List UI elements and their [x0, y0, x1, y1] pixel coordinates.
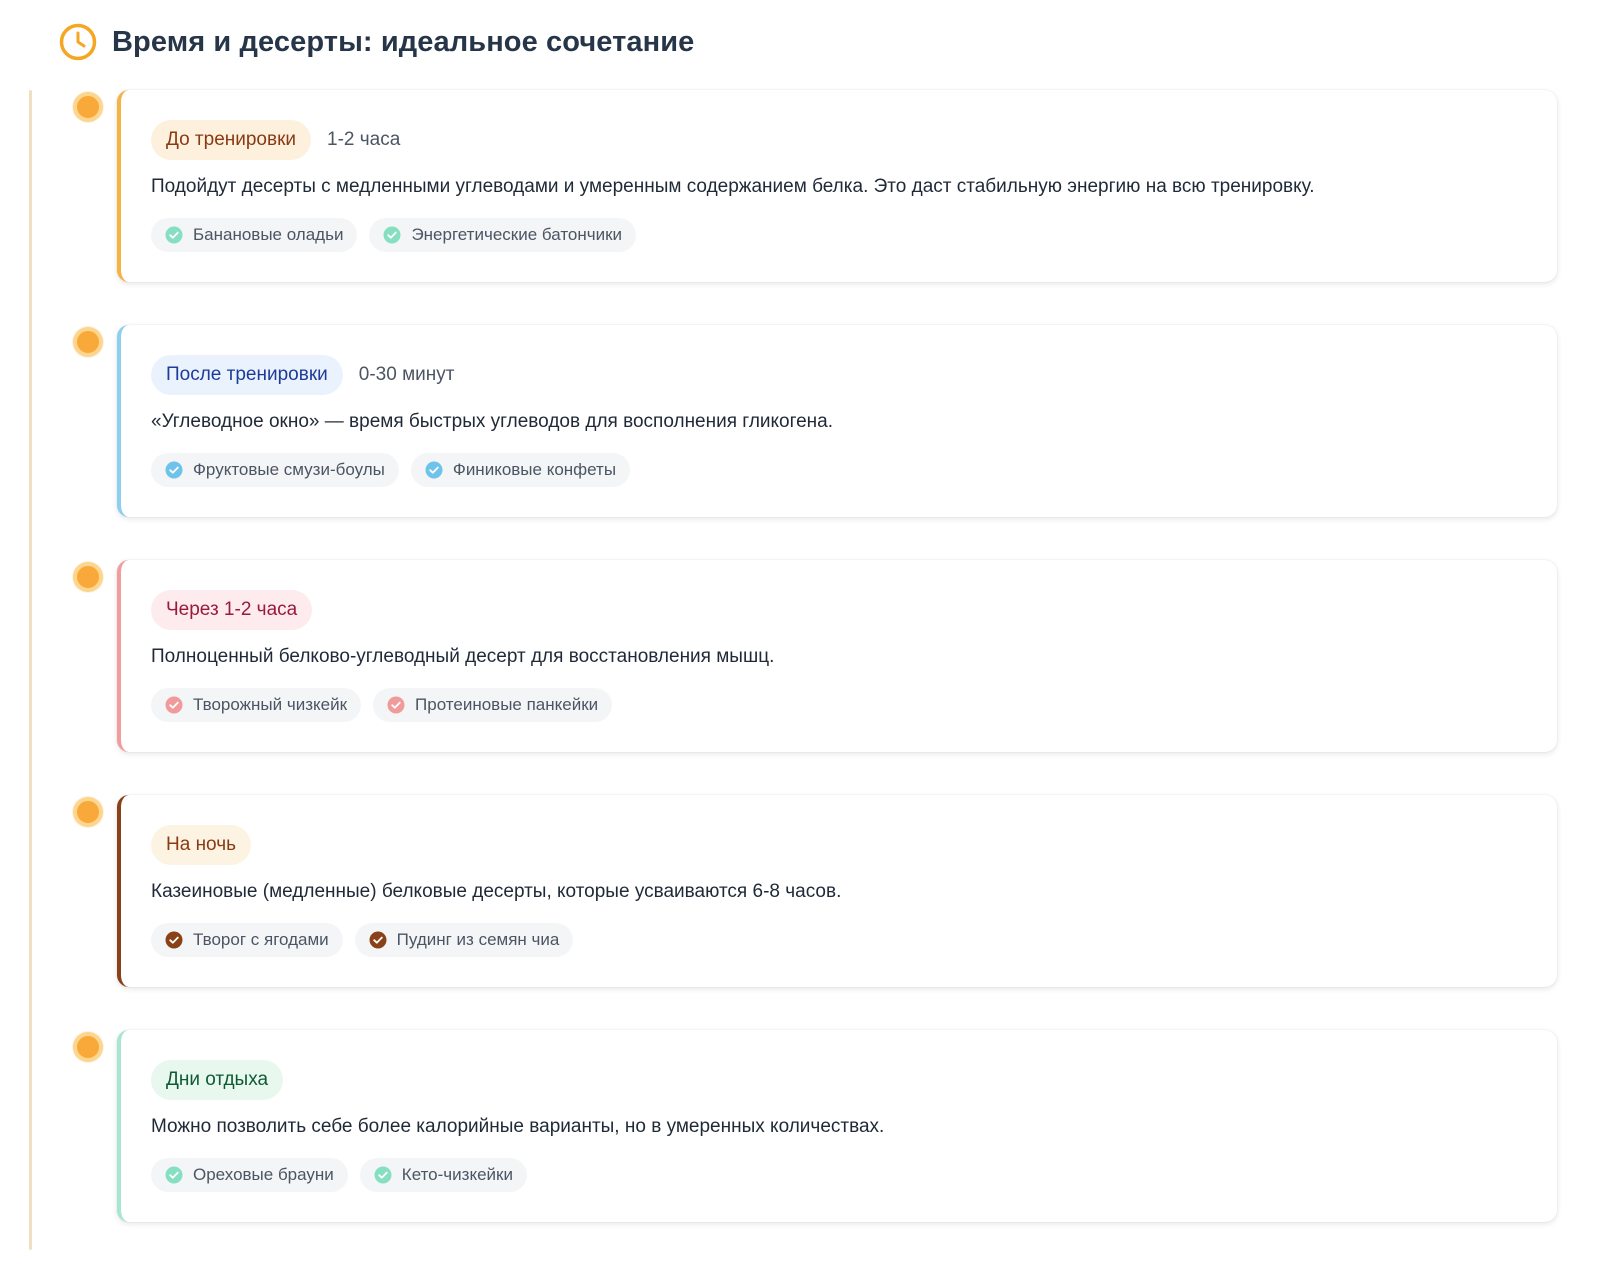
dessert-tag-label: Творог с ягодами: [193, 930, 329, 949]
timing-badge: До тренировки: [151, 120, 312, 160]
dessert-tags: Творог с ягодами Пудинг из семян чиа: [151, 923, 574, 957]
card-description: Полноценный белково-углеводный десерт дл…: [151, 646, 775, 667]
dessert-tag-label: Кето-чизкейки: [401, 1165, 513, 1184]
timeline-item: До тренировки 1-2 часа Подойдут десерты с …: [0, 90, 1600, 282]
check-circle-icon: [387, 696, 405, 714]
timing-badge: После тренировки: [151, 355, 343, 395]
check-circle-icon: [369, 931, 387, 949]
dessert-tag-label: Творожный чизкейк: [193, 695, 348, 714]
dessert-tag: Творожный чизкейк: [151, 688, 362, 722]
dessert-tags: Творожный чизкейк Протеиновые панкейки: [151, 688, 613, 722]
dessert-tag-label: Протеиновые панкейки: [415, 695, 599, 714]
dessert-tags: Ореховые брауни Кето-чизкейки: [151, 1158, 527, 1192]
timing-desserts-page: Время и десерты: идеальное сочетание До …: [0, 0, 1600, 1270]
timing-badge: Дни отдыха: [151, 1060, 284, 1100]
dessert-tag: Творог с ягодами: [151, 923, 343, 957]
check-circle-icon: [165, 461, 183, 479]
card-description: Казеиновые (медленные) белковые десерты,…: [151, 881, 842, 902]
dessert-tag-label: Финиковые конфеты: [452, 460, 617, 479]
check-circle-icon: [165, 1166, 183, 1184]
card-header: Через 1-2 часа: [151, 590, 313, 630]
dessert-tag-label: Ореховые брауни: [193, 1165, 334, 1184]
timing-card: После тренировки 0-30 минут «Углеводное ок…: [117, 325, 1557, 517]
timing-card: На ночь Казеиновые (медленные) белковые д…: [117, 795, 1557, 987]
timeline-dot: [73, 1032, 103, 1062]
check-circle-icon: [383, 226, 401, 244]
dessert-tags: Фруктовые смузи-боулы Финиковые конфеты: [151, 453, 631, 487]
timeline-item: Через 1-2 часа Полноценный белково-углево…: [0, 560, 1600, 752]
check-circle-icon: [374, 1166, 392, 1184]
timeline-item: На ночь Казеиновые (медленные) белковые д…: [0, 795, 1600, 987]
check-circle-icon: [165, 226, 183, 244]
timeline-dot: [73, 562, 103, 592]
card-description: Подойдут десерты с медленными углеводами…: [151, 176, 1315, 197]
dessert-tags: Банановые оладьи Энергетические батончики: [151, 218, 637, 252]
card-description: «Углеводное окно» — время быстрых углево…: [151, 411, 834, 432]
check-circle-icon: [425, 461, 443, 479]
dessert-tag: Пудинг из семян чиа: [354, 923, 574, 957]
dessert-tag-label: Фруктовые смузи-боулы: [193, 460, 385, 479]
page-title: Время и десерты: идеальное сочетание: [112, 25, 695, 58]
timeline-item: Дни отдыха Можно позволить себе более кал…: [0, 1030, 1600, 1222]
dessert-tag-label: Банановые оладьи: [193, 225, 344, 244]
timing-badge: Через 1-2 часа: [151, 590, 313, 630]
timing-card: Через 1-2 часа Полноценный белково-углево…: [117, 560, 1557, 752]
timeline-item: После тренировки 0-30 минут «Углеводное ок…: [0, 325, 1600, 517]
timing-card: До тренировки 1-2 часа Подойдут десерты с …: [117, 90, 1557, 282]
dessert-tag-label: Энергетические батончики: [411, 225, 623, 244]
card-description: Можно позволить себе более калорийные ва…: [151, 1116, 885, 1137]
page-header: Время и десерты: идеальное сочетание: [58, 22, 694, 62]
timeline-dot: [73, 797, 103, 827]
dessert-tag: Энергетические батончики: [369, 218, 637, 252]
timeline-dot: [73, 92, 103, 122]
card-header: На ночь: [151, 825, 252, 865]
card-header: После тренировки 0-30 минут: [151, 355, 454, 395]
dessert-tag: Банановые оладьи: [151, 218, 358, 252]
dessert-tag: Протеиновые панкейки: [373, 688, 613, 722]
dessert-tag-label: Пудинг из семян чиа: [396, 930, 560, 949]
dessert-tag: Кето-чизкейки: [359, 1158, 527, 1192]
timeline-dot: [73, 327, 103, 357]
clock-icon: [58, 22, 98, 62]
card-header: Дни отдыха: [151, 1060, 284, 1100]
check-circle-icon: [165, 696, 183, 714]
dessert-tag: Ореховые брауни: [151, 1158, 348, 1192]
check-circle-icon: [165, 931, 183, 949]
dessert-tag: Фруктовые смузи-боулы: [151, 453, 399, 487]
dessert-tag: Финиковые конфеты: [410, 453, 631, 487]
timing-card: Дни отдыха Можно позволить себе более кал…: [117, 1030, 1557, 1222]
timing-duration: 1-2 часа: [327, 129, 401, 150]
timing-badge: На ночь: [151, 825, 252, 865]
timing-duration: 0-30 минут: [358, 364, 455, 385]
card-header: До тренировки 1-2 часа: [151, 120, 400, 160]
